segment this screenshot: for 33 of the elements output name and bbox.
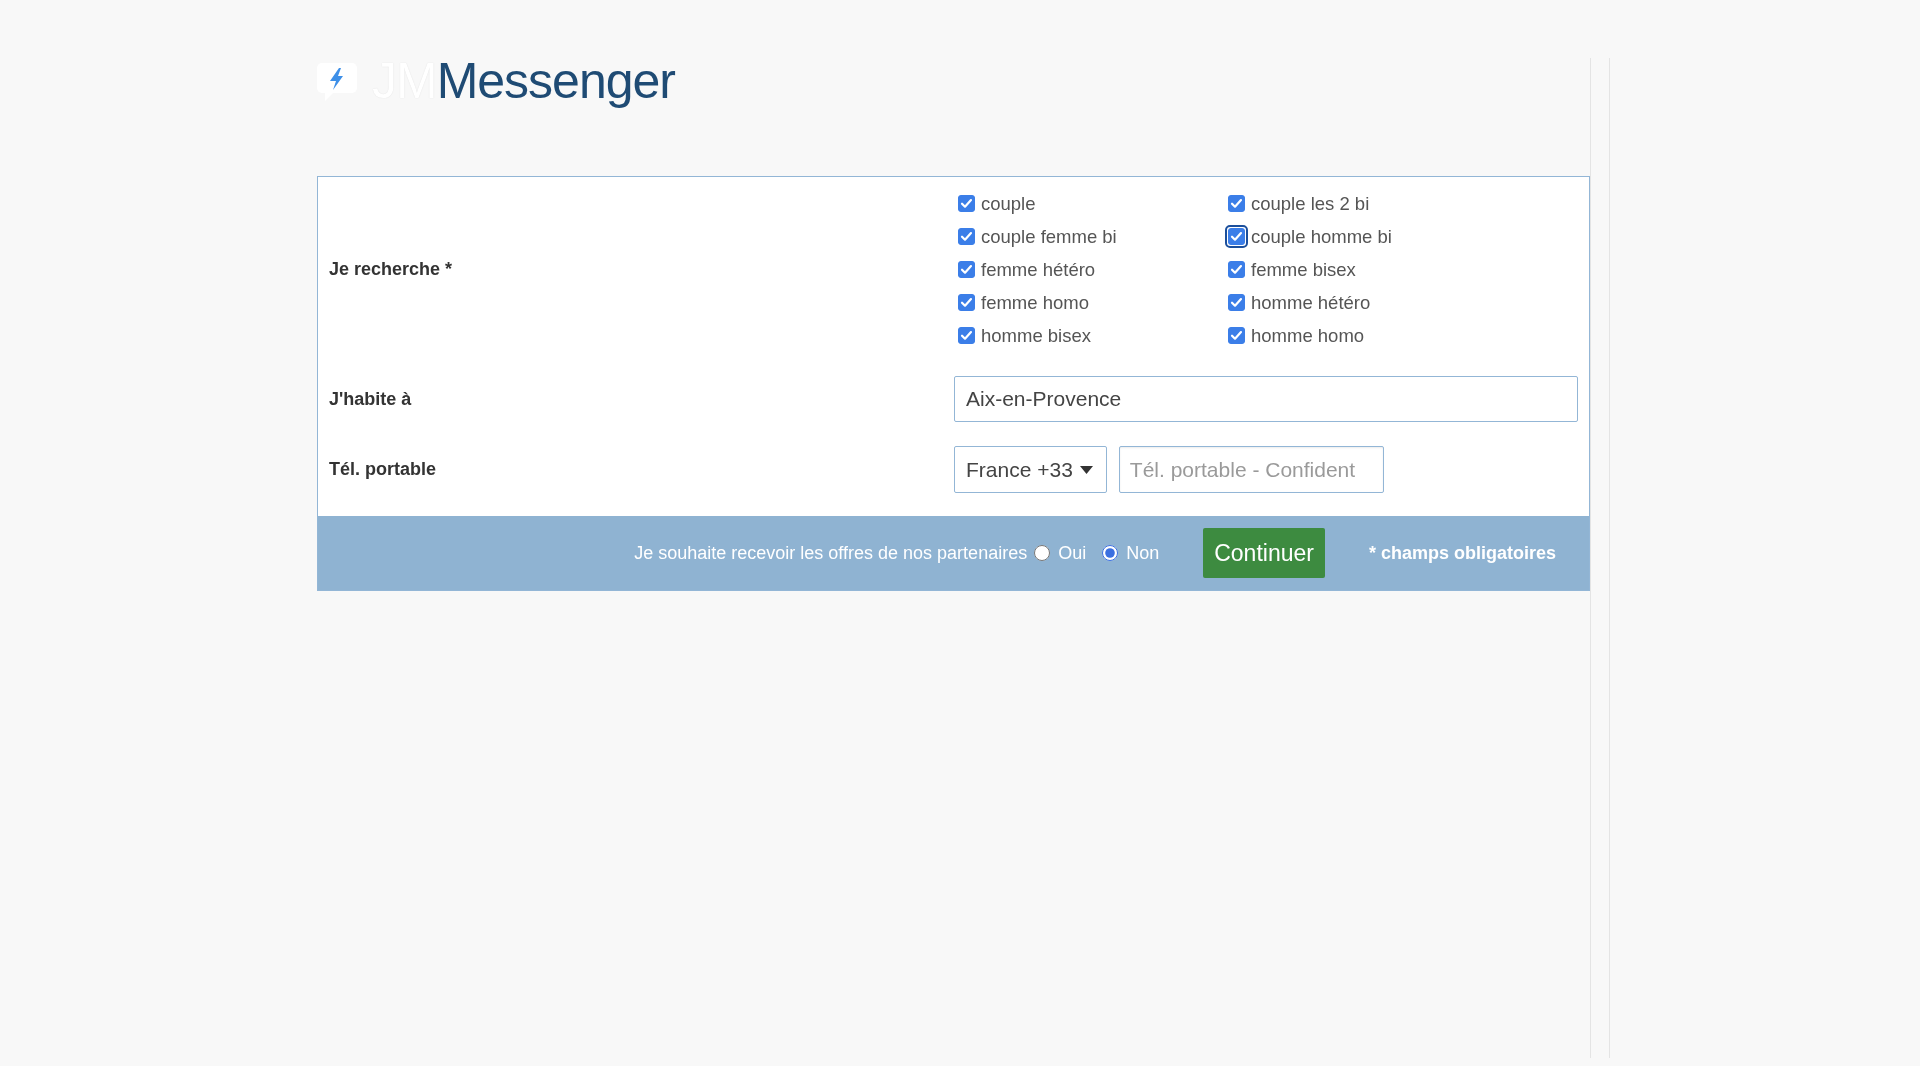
field-label: J'habite à: [329, 387, 412, 411]
checkbox-label[interactable]: femme hétéro: [981, 255, 1096, 284]
checkbox-label[interactable]: homme homo: [1251, 321, 1365, 350]
checkbox-label[interactable]: couple homme bi: [1251, 222, 1392, 251]
checkbox-label[interactable]: couple: [981, 189, 1036, 218]
checkbox[interactable]: [955, 258, 978, 281]
continue-button[interactable]: Continuer: [1203, 528, 1325, 578]
checkbox[interactable]: [1225, 192, 1248, 215]
checkbox[interactable]: [1225, 225, 1248, 248]
checkbox-label[interactable]: femme homo: [981, 288, 1089, 317]
caret-icon: [1079, 465, 1093, 474]
checkbox[interactable]: [955, 192, 978, 215]
country-code-select[interactable]: France +33: [954, 446, 1107, 493]
checkbox[interactable]: [1225, 291, 1248, 314]
consent-text: Je souhaite recevoir les offres de nos partenaires: [634, 541, 1028, 565]
field-label: Je recherche *: [329, 258, 453, 281]
checkbox[interactable]: [955, 291, 978, 314]
checkbox-label[interactable]: couple femme bi: [981, 222, 1117, 251]
radio-button[interactable]: [1034, 545, 1051, 561]
checkbox[interactable]: [1225, 258, 1248, 281]
required-note: * champs obligatoires: [1368, 541, 1556, 565]
radio-button[interactable]: [1102, 545, 1119, 561]
checkbox[interactable]: [955, 225, 978, 248]
checkbox[interactable]: [955, 324, 978, 347]
checkbox-label[interactable]: couple les 2 bi: [1251, 189, 1370, 218]
city-field[interactable]: Aix-en-Provence: [954, 376, 1578, 422]
checkbox-label[interactable]: homme hétéro: [1251, 288, 1371, 317]
chat-bubble-bolt-icon: [317, 61, 357, 101]
checkbox-label[interactable]: femme bisex: [1251, 255, 1356, 284]
phone-field[interactable]: Tél. portable - Confident: [1118, 446, 1384, 493]
checkbox[interactable]: [1225, 324, 1248, 347]
field-label: Tél. portable: [329, 458, 436, 481]
checkbox-label[interactable]: homme bisex: [981, 321, 1091, 350]
